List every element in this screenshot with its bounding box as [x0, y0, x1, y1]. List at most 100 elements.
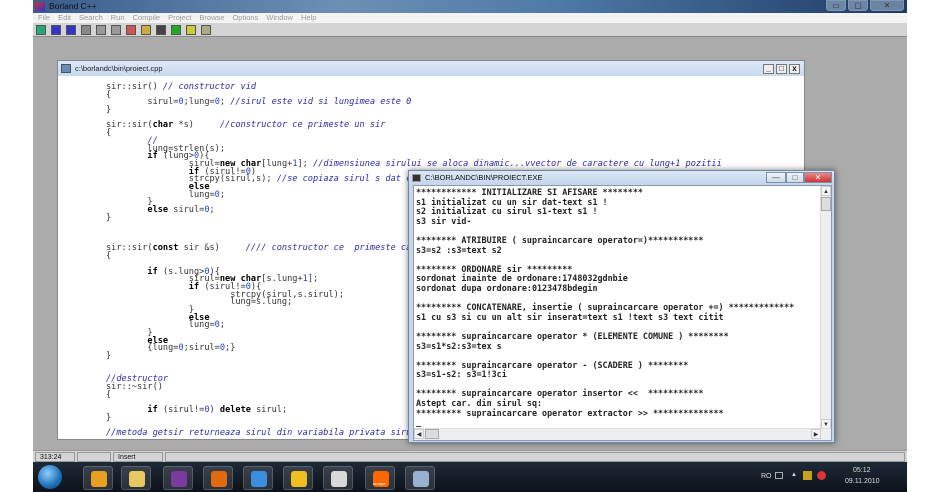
- borland-icon: [413, 471, 429, 487]
- app-title: Borland C++: [49, 1, 97, 11]
- save-all-icon[interactable]: [51, 25, 61, 35]
- menu-browse[interactable]: Browse: [199, 13, 224, 22]
- media-player-icon: [91, 471, 107, 487]
- minimize-button[interactable]: ▭: [826, 0, 846, 11]
- editor-close-button[interactable]: x: [789, 64, 800, 74]
- console-titlebar: C:\BORLANDC\BIN\PROIECT.EXE — □ ✕: [409, 171, 834, 185]
- language-indicator[interactable]: RO: [761, 473, 772, 480]
- show-hidden-icons-icon[interactable]: ▲: [791, 472, 797, 478]
- open-project-icon[interactable]: [141, 25, 151, 35]
- clock-time[interactable]: 05:12: [853, 467, 871, 474]
- borland-app-icon: [35, 2, 45, 11]
- start-button[interactable]: [38, 465, 62, 489]
- menu-file[interactable]: File: [38, 13, 50, 22]
- internet-explorer-icon: [251, 471, 267, 487]
- toolbar: [33, 23, 907, 37]
- file-icon: [61, 64, 71, 73]
- desktop: Borland C++ ▭ ▢ ✕ File Edit Search Run Compi…: [33, 0, 907, 492]
- console-line: s2 initializat cu sirul s1-text s1 !: [416, 206, 598, 217]
- editor-maximize-button[interactable]: □: [776, 64, 787, 74]
- find-next-icon[interactable]: [111, 25, 121, 35]
- code-line: sir::sir() // constructor vid: [106, 82, 257, 92]
- code-line: {: [106, 128, 112, 139]
- console-minimize-button[interactable]: —: [766, 172, 786, 183]
- taskbar-borland-button[interactable]: [405, 466, 435, 490]
- editor-title: c:\borlandc\bin\proiect.cpp: [75, 64, 163, 73]
- horizontal-scrollbar[interactable]: ◀ ▶: [414, 428, 831, 440]
- menu-search[interactable]: Search: [79, 13, 103, 22]
- menu-run[interactable]: Run: [111, 13, 125, 22]
- cursor-position: 313:24: [35, 452, 75, 462]
- taskbar: orange RO ▲ 05:12 09.11.2010: [33, 462, 907, 492]
- menu-help[interactable]: Help: [301, 13, 316, 22]
- clock-date[interactable]: 09.11.2010: [845, 478, 880, 485]
- console-line: s3 sir vid-: [416, 215, 472, 226]
- console-output: ************ INITIALIZARE SI AFISARE ***…: [413, 185, 832, 441]
- browse-icon[interactable]: [156, 25, 166, 35]
- notepad-icon: [331, 471, 347, 487]
- firefox-icon: [211, 471, 227, 487]
- console-line: s3=s1-s2: s3=1!3ci: [416, 369, 507, 380]
- file-explorer-icon: [129, 471, 145, 487]
- vertical-scrollbar[interactable]: ▲ ▼: [820, 186, 831, 429]
- close-button[interactable]: ✕: [870, 0, 904, 11]
- menu-project[interactable]: Project: [168, 13, 191, 22]
- console-text: ************ INITIALIZARE SI AFISARE ***…: [416, 187, 794, 428]
- editor-minimize-button[interactable]: _: [763, 64, 774, 74]
- scroll-up-arrow-icon[interactable]: ▲: [821, 186, 831, 196]
- system-tray: RO ▲ 05:12 09.11.2010: [757, 462, 907, 492]
- taskbar-media-player-button[interactable]: [83, 466, 113, 490]
- console-window: C:\BORLANDC\BIN\PROIECT.EXE — □ ✕ ******…: [408, 170, 835, 443]
- menu-window[interactable]: Window: [266, 13, 293, 22]
- code-line: }: [106, 105, 112, 116]
- taskbar-notepad-button[interactable]: [323, 466, 353, 490]
- taskbar-orange-button[interactable]: orange: [365, 466, 395, 490]
- console-close-button[interactable]: ✕: [804, 172, 832, 183]
- make-icon[interactable]: [201, 25, 211, 35]
- taskbar-internet-explorer-button[interactable]: [243, 466, 273, 490]
- warning-icon: [291, 471, 307, 487]
- taskbar-firefox-button[interactable]: [203, 466, 233, 490]
- find-icon[interactable]: [96, 25, 106, 35]
- menu-options[interactable]: Options: [232, 13, 258, 22]
- console-maximize-button[interactable]: □: [786, 172, 804, 183]
- status-bar: 313:24 Insert: [33, 450, 907, 462]
- menu-edit[interactable]: Edit: [58, 13, 71, 22]
- console-line: _: [416, 417, 422, 428]
- menu-compile[interactable]: Compile: [133, 13, 161, 22]
- yahoo-messenger-icon: [171, 471, 187, 487]
- tool-icon[interactable]: [186, 25, 196, 35]
- console-icon: [412, 174, 421, 182]
- menu-bar: File Edit Search Run Compile Project Browse Opt…: [33, 13, 907, 23]
- volume-icon[interactable]: [817, 471, 826, 480]
- console-line: ********* supraincarcare operator extrac…: [416, 407, 724, 418]
- status-cell: [77, 452, 111, 462]
- scroll-right-arrow-icon[interactable]: ▶: [811, 429, 821, 439]
- keyboard-icon[interactable]: [775, 472, 783, 479]
- undo-icon[interactable]: [171, 25, 181, 35]
- status-message: [165, 452, 905, 462]
- console-title: C:\BORLANDC\BIN\PROIECT.EXE: [425, 173, 543, 182]
- scroll-thumb[interactable]: [821, 197, 831, 211]
- console-line: sordonat dupa ordonare:0123478bdegin: [416, 282, 598, 293]
- taskbar-yahoo-messenger-button[interactable]: [163, 466, 193, 490]
- action-center-flag-icon[interactable]: [803, 471, 812, 480]
- orange-icon: orange: [373, 471, 389, 487]
- hscroll-thumb[interactable]: [425, 429, 439, 439]
- console-line: s3=s2 :s3=text s2: [416, 244, 502, 255]
- run-icon[interactable]: [126, 25, 136, 35]
- scroll-left-arrow-icon[interactable]: ◀: [414, 429, 424, 439]
- help-icon[interactable]: [36, 25, 46, 35]
- taskbar-file-explorer-button[interactable]: [121, 466, 151, 490]
- insert-mode: Insert: [113, 452, 163, 462]
- compile-icon[interactable]: [81, 25, 91, 35]
- code-line: sirul=0;lung=0; //sirul este vid si lung…: [106, 97, 412, 108]
- console-line: s1 cu s3 si cu un alt sir inserat=text s…: [416, 311, 724, 322]
- taskbar-warning-button[interactable]: [283, 466, 313, 490]
- maximize-button[interactable]: ▢: [848, 0, 868, 11]
- editor-titlebar: c:\borlandc\bin\proiect.cpp _ □ x: [58, 61, 804, 76]
- save-icon[interactable]: [66, 25, 76, 35]
- code-line: sir::sir(char *s) //constructor ce prime…: [106, 120, 386, 131]
- app-titlebar: Borland C++ ▭ ▢ ✕: [33, 0, 907, 13]
- console-line: s3=s1*s2:s3=tex s: [416, 340, 502, 351]
